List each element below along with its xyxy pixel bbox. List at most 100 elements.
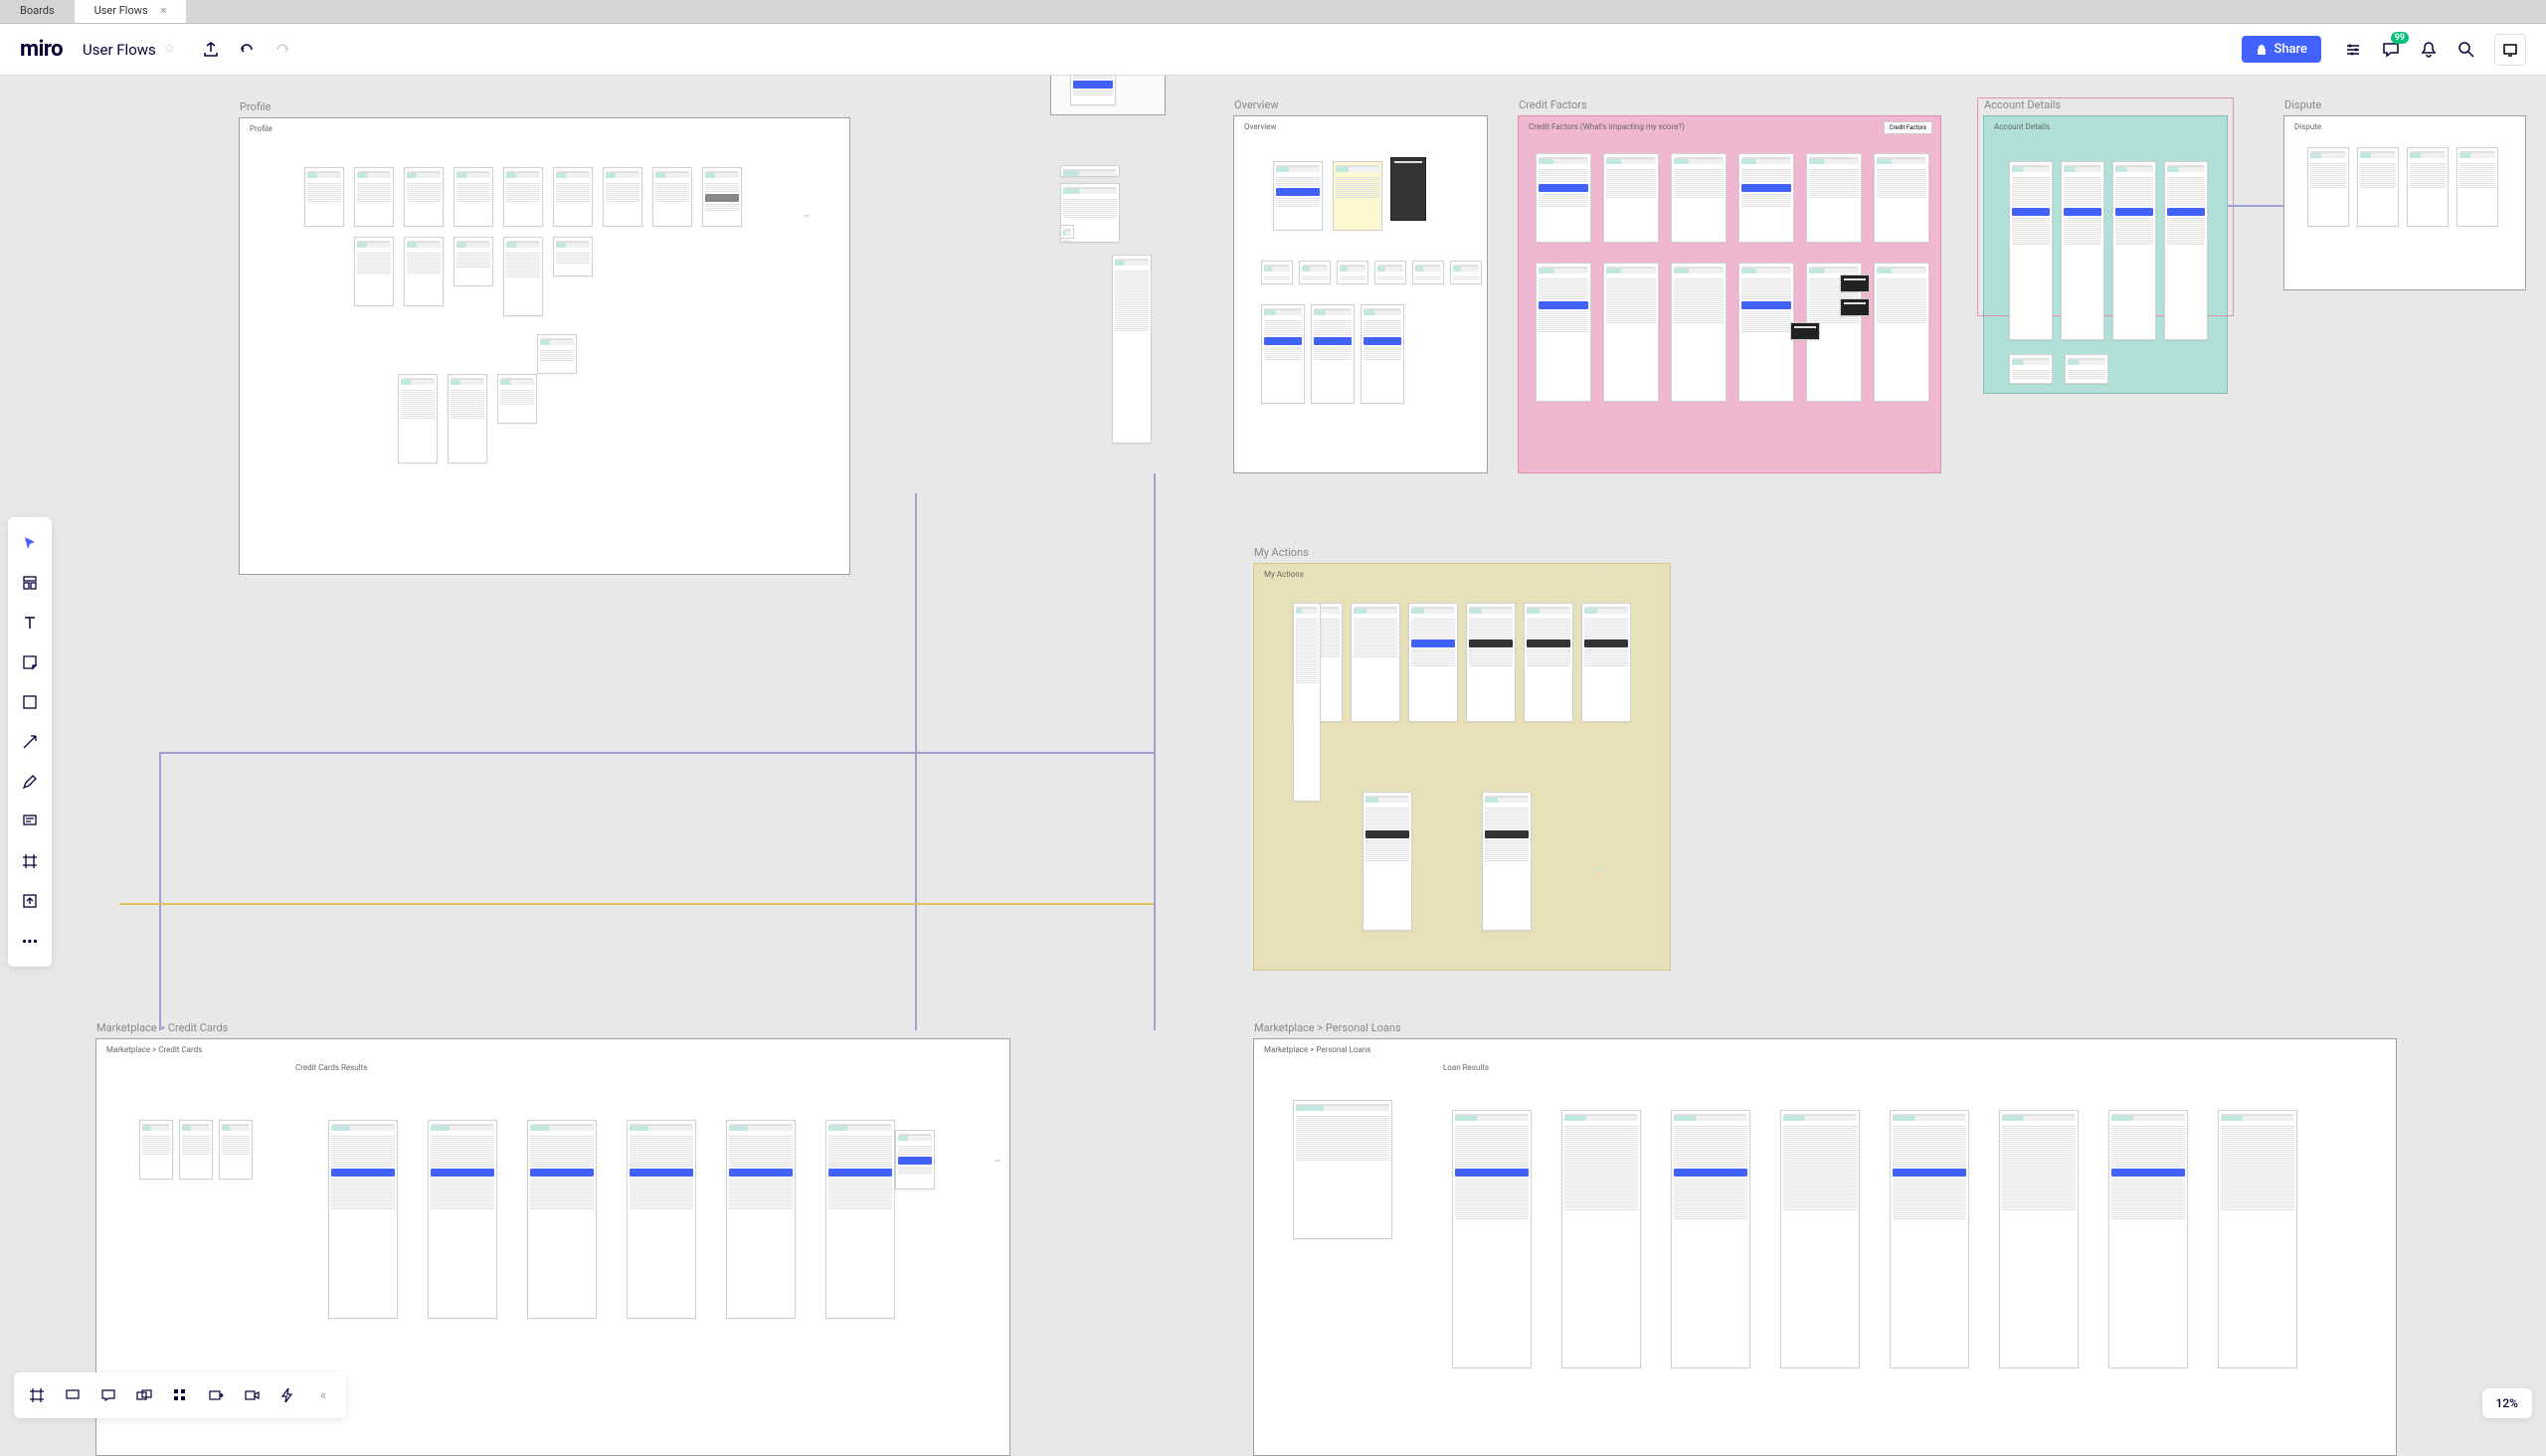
wireframe-screen[interactable] [2164, 161, 2208, 340]
wireframe-screen[interactable] [1351, 603, 1400, 722]
search-icon[interactable] [2451, 34, 2482, 66]
wireframe-screen[interactable] [1536, 263, 1591, 402]
wireframe-screen[interactable] [1671, 153, 1727, 243]
wireframe-screen[interactable] [139, 1120, 173, 1180]
wireframe-screen[interactable] [1337, 261, 1368, 284]
wireframe-screen[interactable] [1738, 263, 1794, 402]
wireframe-screen[interactable] [726, 1120, 796, 1319]
wireframe-screen[interactable] [553, 237, 593, 276]
present-mode-icon[interactable] [56, 1378, 90, 1412]
wireframe-screen[interactable] [1361, 304, 1404, 404]
wireframe-screen[interactable] [702, 167, 742, 227]
tab-userflows[interactable]: User Flows × [75, 0, 187, 23]
wireframe-screen[interactable] [1561, 1110, 1641, 1368]
wireframe-screen[interactable] [537, 334, 577, 374]
wireframe-screen[interactable] [2108, 1110, 2188, 1368]
wireframe-screen[interactable] [398, 374, 438, 463]
wireframe-screen[interactable] [1450, 261, 1482, 284]
chat-icon[interactable]: 99 [2375, 34, 2407, 66]
wireframe-screen[interactable] [2061, 161, 2104, 340]
shape-icon[interactable] [12, 684, 48, 720]
grid-icon[interactable] [163, 1378, 197, 1412]
frame-icon[interactable] [12, 843, 48, 879]
wireframe-screen[interactable] [2112, 161, 2156, 340]
wireframe-screen[interactable] [404, 237, 444, 306]
wireframe-screen[interactable] [503, 167, 543, 227]
present-icon[interactable] [2494, 34, 2526, 66]
wireframe-screen[interactable] [1363, 792, 1412, 931]
wireframe-screen[interactable] [1374, 261, 1406, 284]
bell-icon[interactable] [2413, 34, 2445, 66]
wireframe-screen[interactable] [1581, 603, 1631, 722]
wireframe-screen[interactable] [1536, 153, 1591, 243]
wireframe-screen[interactable] [1671, 1110, 1750, 1368]
wireframe-screen[interactable] [1299, 261, 1331, 284]
text-icon[interactable] [12, 605, 48, 640]
wireframe-screen[interactable] [354, 237, 394, 306]
upload-icon[interactable] [12, 883, 48, 919]
wireframe-screen[interactable] [428, 1120, 497, 1319]
wireframe-screen[interactable] [895, 1130, 935, 1189]
sticky-icon[interactable] [12, 644, 48, 680]
wireframe-screen[interactable] [179, 1120, 213, 1180]
redo-icon[interactable] [269, 36, 296, 64]
wireframe-screen[interactable] [404, 167, 444, 227]
wireframe-screen[interactable] [1524, 603, 1573, 722]
wireframe-screen[interactable] [219, 1120, 253, 1180]
wireframe-screen[interactable] [1890, 1110, 1969, 1368]
wireframe-screen[interactable] [328, 1120, 398, 1319]
export-icon[interactable] [197, 36, 225, 64]
wireframe-screen[interactable] [2009, 354, 2053, 384]
wireframe-screen[interactable] [1603, 153, 1659, 243]
wireframe-screen[interactable] [448, 374, 487, 463]
cards-icon[interactable] [127, 1378, 161, 1412]
wireframe-screen[interactable] [1738, 153, 1794, 243]
video-icon[interactable] [235, 1378, 269, 1412]
wireframe-screen[interactable] [1333, 161, 1382, 231]
wireframe-screen[interactable] [2357, 147, 2399, 227]
wireframe-screen[interactable] [1408, 603, 1458, 722]
bolt-icon[interactable] [271, 1378, 304, 1412]
wireframe-screen[interactable] [527, 1120, 597, 1319]
board-name[interactable]: User Flows [83, 41, 156, 59]
dark-card[interactable] [1790, 322, 1820, 340]
wireframe-screen[interactable] [1452, 1110, 1532, 1368]
pen-icon[interactable] [12, 764, 48, 800]
wireframe-screen[interactable] [1293, 603, 1321, 802]
undo-icon[interactable] [233, 36, 261, 64]
wireframe-screen[interactable] [503, 237, 543, 316]
arrow-icon[interactable] [12, 724, 48, 760]
wireframe-screen[interactable] [553, 167, 593, 227]
wireframe-screen[interactable] [2009, 161, 2053, 340]
wireframe-screen[interactable] [2407, 147, 2449, 227]
more-icon[interactable]: ••• [12, 923, 48, 959]
templates-icon[interactable] [12, 565, 48, 601]
wireframe-screen[interactable] [1412, 261, 1444, 284]
collapse-icon[interactable]: « [306, 1378, 340, 1412]
tab-boards[interactable]: Boards [0, 0, 75, 23]
wireframe-screen[interactable] [1293, 1100, 1392, 1239]
wireframe-screen[interactable] [652, 167, 692, 227]
wireframe-screen[interactable] [1466, 603, 1516, 722]
wireframe-screen[interactable] [1261, 304, 1305, 404]
wireframe-screen[interactable] [1806, 153, 1862, 243]
wireframe-screen[interactable] [1261, 261, 1293, 284]
canvas[interactable]: Profile Profile Overview Overview Credit… [0, 76, 2546, 1432]
dark-card[interactable] [1840, 298, 1870, 316]
star-icon[interactable]: ☆ [164, 42, 176, 57]
comment-icon[interactable] [12, 804, 48, 839]
wireframe-screen[interactable] [1874, 263, 1929, 402]
close-icon[interactable]: × [160, 4, 166, 17]
wireframe-screen[interactable] [627, 1120, 696, 1319]
frames-icon[interactable] [20, 1378, 54, 1412]
wireframe-screen[interactable] [603, 167, 642, 227]
dark-card[interactable] [1840, 274, 1870, 292]
wireframe-screen[interactable] [1060, 225, 1074, 239]
wireframe-screen[interactable] [497, 374, 537, 424]
settings-icon[interactable] [2337, 34, 2369, 66]
wireframe-screen[interactable] [304, 167, 344, 227]
wireframe-screen[interactable] [1060, 165, 1120, 177]
wireframe-screen[interactable] [1999, 1110, 2079, 1368]
phone-mockup[interactable] [1390, 157, 1426, 221]
wireframe-screen[interactable] [1780, 1110, 1860, 1368]
